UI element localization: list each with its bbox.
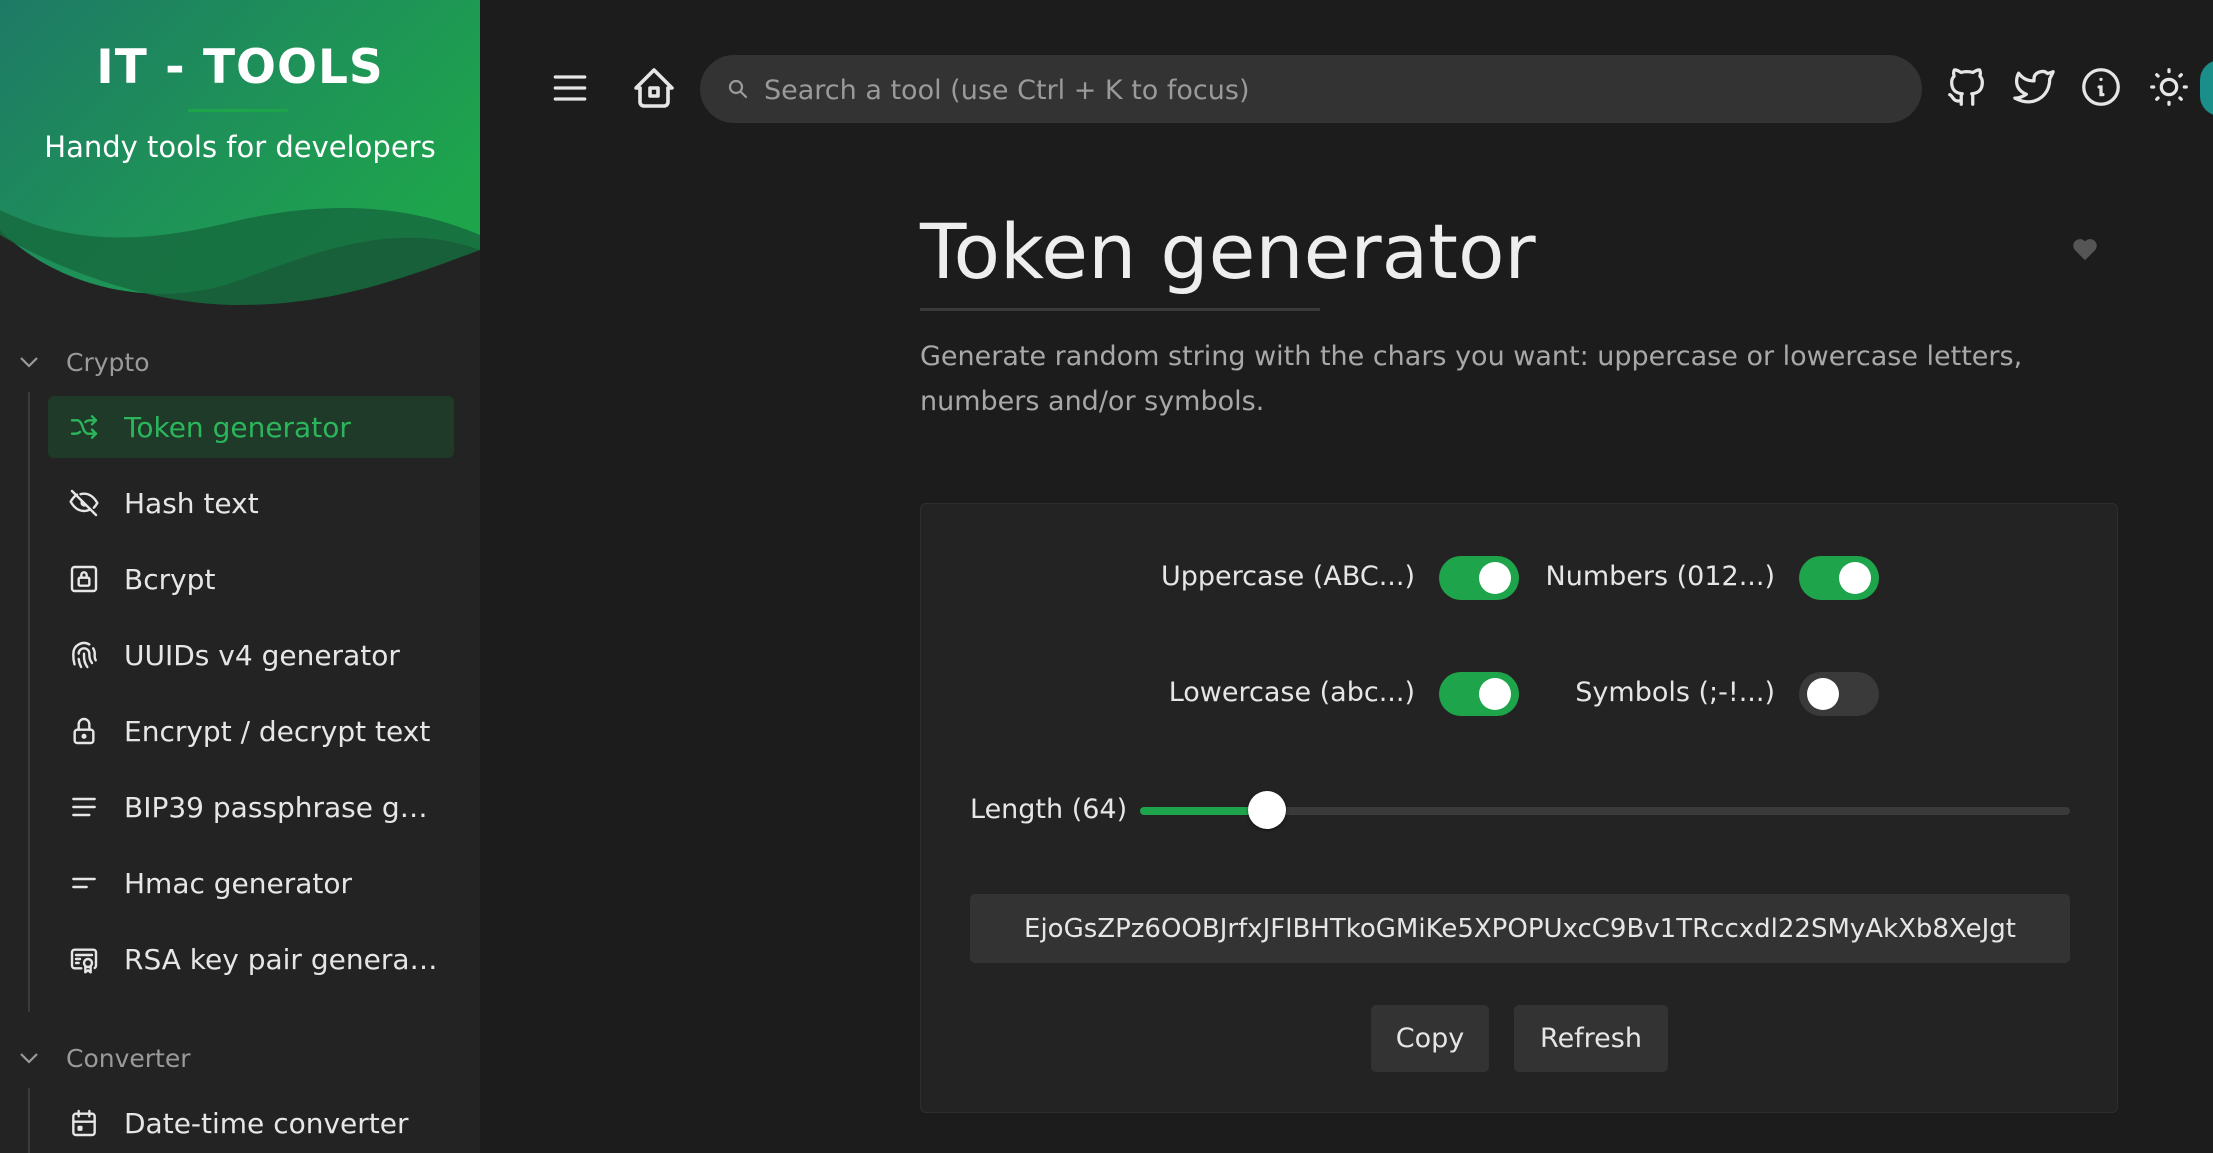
sidebar-item-rsa[interactable]: RSA key pair generator — [48, 928, 454, 990]
sidebar-item-label: Hmac generator — [124, 866, 353, 900]
home-icon — [630, 64, 682, 112]
page-description: Generate random string with the chars yo… — [920, 341, 2023, 417]
app-subtitle: Handy tools for developers — [44, 130, 436, 164]
menu-icon — [548, 66, 596, 110]
sidebar-item-token-generator[interactable]: Token generator — [48, 396, 454, 458]
sidebar-item-label: UUIDs v4 generator — [124, 638, 400, 672]
length-slider[interactable] — [1140, 791, 2070, 829]
sidebar-item-label: Hash text — [124, 486, 259, 520]
lock-square-icon — [68, 563, 100, 595]
group-label: Crypto — [66, 347, 150, 377]
uppercase-toggle[interactable] — [1439, 556, 1519, 600]
eye-off-icon — [68, 487, 100, 519]
sidebar-item-bip39[interactable]: BIP39 passphrase generator — [48, 776, 454, 838]
sidebar-item-label: Bcrypt — [124, 562, 216, 596]
twitter-icon — [2011, 64, 2057, 110]
toggle-knob — [1479, 678, 1511, 710]
sidebar-item-label: Token generator — [124, 410, 351, 444]
about-button[interactable] — [2078, 64, 2124, 110]
length-label: Length (64) — [970, 794, 1128, 825]
app-title[interactable]: IT - TOOLS — [0, 40, 480, 95]
info-icon — [2078, 64, 2124, 110]
heart-icon[interactable] — [2070, 234, 2100, 264]
calendar-icon — [68, 1107, 100, 1139]
group-header-crypto[interactable]: Crypto — [0, 340, 480, 384]
sidebar-item-bcrypt[interactable]: Bcrypt — [48, 548, 454, 610]
sidebar-item-label: Encrypt / decrypt text — [124, 714, 431, 748]
fingerprint-icon — [68, 639, 100, 671]
title-divider — [920, 308, 1320, 311]
title-underline — [188, 109, 288, 112]
group-label: Converter — [66, 1043, 191, 1073]
menu-button[interactable] — [548, 66, 596, 114]
github-button[interactable] — [1944, 64, 1990, 110]
toggle-knob — [1807, 678, 1839, 710]
github-icon — [1944, 64, 1990, 110]
chevron-down-icon — [18, 1049, 40, 1067]
search-bar[interactable] — [700, 55, 1922, 125]
search-icon — [726, 77, 750, 101]
lowercase-toggle[interactable] — [1439, 672, 1519, 716]
symbols-label: Symbols (;-!...) — [1575, 677, 1775, 708]
uppercase-label: Uppercase (ABC...) — [1161, 561, 1415, 592]
numbers-toggle[interactable] — [1799, 556, 1879, 600]
token-output[interactable]: EjoGsZPz6OOBJrfxJFlBHTkoGMiKe5XPOPUxcC9B… — [970, 894, 2070, 963]
avatar[interactable] — [2200, 60, 2213, 116]
short-text-icon — [68, 867, 100, 899]
group-indent-line — [28, 392, 30, 1012]
sidebar-hero: IT - TOOLS Handy tools for developers — [0, 0, 480, 310]
align-justified-icon — [68, 791, 100, 823]
sidebar-item-label: BIP39 passphrase generator — [124, 790, 444, 824]
chevron-down-icon — [18, 353, 40, 371]
group-header-converter[interactable]: Converter — [0, 1036, 480, 1080]
symbols-toggle[interactable] — [1799, 672, 1879, 716]
sidebar-item-label: Date-time converter — [124, 1106, 409, 1140]
copy-button[interactable]: Copy — [1371, 1005, 1489, 1072]
search-input[interactable] — [762, 55, 1886, 125]
sidebar-item-encrypt-decrypt[interactable]: Encrypt / decrypt text — [48, 700, 454, 762]
sidebar-item-hmac[interactable]: Hmac generator — [48, 852, 454, 914]
sidebar-item-hash-text[interactable]: Hash text — [48, 472, 454, 534]
sun-icon — [2146, 64, 2192, 110]
refresh-button[interactable]: Refresh — [1514, 1005, 1668, 1072]
twitter-button[interactable] — [2011, 64, 2057, 110]
sidebar-item-uuids[interactable]: UUIDs v4 generator — [48, 624, 454, 686]
theme-toggle-button[interactable] — [2146, 64, 2192, 110]
sidebar-item-date-time[interactable]: Date-time converter — [48, 1092, 454, 1153]
sidebar: IT - TOOLS Handy tools for developers Cr… — [0, 0, 480, 1153]
numbers-label: Numbers (012...) — [1545, 561, 1775, 592]
toggle-knob — [1839, 562, 1871, 594]
lowercase-label: Lowercase (abc...) — [1168, 677, 1415, 708]
toggle-knob — [1479, 562, 1511, 594]
sidebar-item-label: RSA key pair generator — [124, 942, 444, 976]
certificate-icon — [68, 943, 100, 975]
group-indent-line — [28, 1088, 30, 1153]
lock-icon — [68, 715, 100, 747]
page-title: Token generator — [920, 207, 1536, 296]
home-button[interactable] — [630, 64, 682, 116]
shuffle-icon — [68, 411, 100, 443]
